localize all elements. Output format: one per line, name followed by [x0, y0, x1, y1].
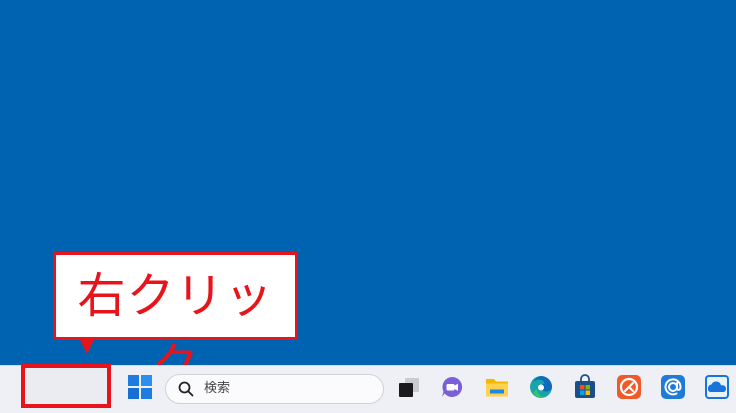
task-view-icon[interactable] — [396, 374, 422, 400]
search-box[interactable]: 検索 — [165, 374, 384, 404]
search-placeholder: 検索 — [204, 381, 231, 396]
office-icon[interactable] — [616, 374, 642, 400]
search-icon — [178, 381, 194, 397]
edge-icon[interactable] — [528, 374, 554, 400]
highlight-box[interactable] — [21, 364, 111, 408]
store-icon[interactable] — [572, 374, 598, 400]
onedrive-icon[interactable] — [704, 374, 730, 400]
chat-icon[interactable] — [439, 374, 465, 400]
file-explorer-icon[interactable] — [484, 374, 510, 400]
mail-icon[interactable] — [660, 374, 686, 400]
windows-start-icon[interactable] — [127, 374, 153, 400]
callout: 右クリック — [53, 252, 298, 394]
callout-arrow — [80, 340, 94, 354]
